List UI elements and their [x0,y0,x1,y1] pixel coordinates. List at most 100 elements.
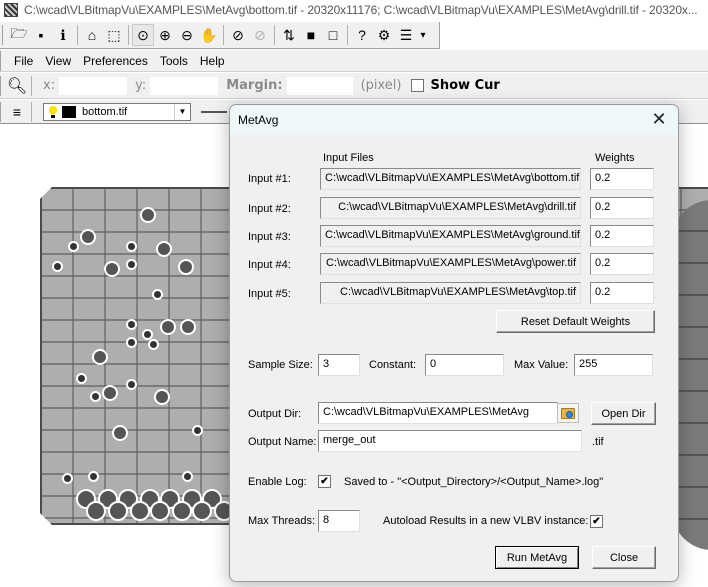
output-dir-label: Output Dir: [248,408,302,420]
home-icon[interactable]: ⌂ [81,24,103,46]
pcb-via [88,471,99,482]
black-background-icon[interactable]: ■ [300,24,322,46]
connector-pin [86,501,106,521]
layer-color-swatch[interactable] [62,105,76,118]
toolbar-grip[interactable] [2,25,4,45]
zoom-extents-icon[interactable]: ⊘ [227,24,249,46]
input-1-weight[interactable]: 0.2 [590,168,654,190]
info-icon[interactable]: ℹ [52,24,74,46]
max-threads-input[interactable]: 8 [318,510,360,532]
input-2-path[interactable]: C:\wcad\VLBitmapVu\EXAMPLES\MetAvg\drill… [320,197,581,219]
measure-help-icon[interactable]: ? [351,24,373,46]
pcb-via [126,337,137,348]
output-dir-input[interactable]: C:\wcad\VLBitmapVu\EXAMPLES\MetAvg [318,402,558,424]
pcb-via [154,389,170,405]
input-3-weight[interactable]: 0.2 [590,225,654,247]
enable-log-checkbox[interactable]: ✔ [318,475,331,488]
close-button[interactable]: Close [592,546,656,569]
white-background-icon[interactable]: □ [322,24,344,46]
swap-layers-icon[interactable]: ⇅ [278,24,300,46]
dialog-title: MetAvg [238,113,279,127]
connector-pin [130,501,150,521]
magnifier-icon[interactable]: 🔍︎ [6,75,28,97]
connector-pin [192,501,212,521]
menu-grip[interactable] [0,50,2,71]
run-metavg-button[interactable]: Run MetAvg [495,546,579,569]
max-value-input[interactable]: 255 [574,354,653,376]
zoom-out-icon[interactable]: ⊖ [176,24,198,46]
menu-help[interactable]: Help [194,54,231,68]
margin-label: Margin: [226,78,283,93]
coordbar-grip[interactable] [0,75,2,96]
zoom-previous-icon[interactable]: ⊘ [249,24,271,46]
input-3-label: Input #3: [248,231,291,243]
input-2-weight[interactable]: 0.2 [590,197,654,219]
input-1-label: Input #1: [248,173,291,185]
layers-icon[interactable]: ≡ [6,101,28,123]
autoload-label: Autoload Results in a new VLBV instance: [383,515,589,527]
constant-input[interactable]: 0 [425,354,504,376]
y-input[interactable] [150,76,219,95]
pcb-via [126,241,137,252]
vlbitmapvu-window: C:\wcad\VLBitmapVu\EXAMPLES\MetAvg\botto… [0,0,708,587]
input-4-label: Input #4: [248,259,291,271]
pcb-via [102,385,118,401]
x-input[interactable] [59,76,128,95]
toolbar-separator [77,25,78,45]
chevron-down-icon[interactable]: ▼ [174,103,190,120]
visibility-bulb-icon[interactable] [48,105,58,118]
sample-size-input[interactable]: 3 [318,354,360,376]
connector-pin [172,501,192,521]
select-icon[interactable]: ⬚ [103,24,125,46]
weights-header: Weights [595,152,635,164]
zoom-window-icon[interactable]: ⊙ [132,24,154,46]
pcb-via [112,425,128,441]
margin-input[interactable] [286,76,353,95]
menu-tools[interactable]: Tools [154,54,194,68]
coordinate-bar: 🔍︎ x: y: Margin: (pixel) Show Cur [0,73,708,99]
menu-file[interactable]: File [8,54,39,68]
input-3-path[interactable]: C:\wcad\VLBitmapVu\EXAMPLES\MetAvg\groun… [320,225,581,247]
window-title: C:\wcad\VLBitmapVu\EXAMPLES\MetAvg\botto… [24,3,698,17]
close-icon[interactable]: ✕ [648,109,670,131]
zoom-in-icon[interactable]: ⊕ [154,24,176,46]
connector-pin [150,501,170,521]
output-name-input[interactable]: merge_out [318,430,582,452]
pcb-via [52,261,63,272]
more-dropdown-icon[interactable]: ▾ [417,24,429,46]
save-icon[interactable]: ▪ [30,24,52,46]
enable-log-label: Enable Log: [248,476,307,488]
open-icon[interactable]: 🗁 [8,24,30,46]
pcb-via [80,229,96,245]
input-5-weight[interactable]: 0.2 [590,282,654,304]
pcb-via [152,289,163,300]
pcb-via [178,259,194,275]
app-icon [4,3,18,17]
reset-default-weights-button[interactable]: Reset Default Weights [496,310,655,333]
browse-folder-button[interactable] [557,403,579,423]
list-icon[interactable]: ☰ [395,24,417,46]
max-threads-label: Max Threads: [248,515,316,527]
output-extension: .tif [592,436,604,448]
pan-hand-icon[interactable]: ✋ [198,24,220,46]
menu-preferences[interactable]: Preferences [77,54,154,68]
settings-icon[interactable]: ⚙ [373,24,395,46]
input-4-weight[interactable]: 0.2 [590,253,654,275]
pcb-via [68,241,79,252]
line-style-sample[interactable] [201,110,227,113]
autoload-checkbox[interactable]: ✔ [590,515,603,528]
pcb-via [156,241,172,257]
dialog-title-bar[interactable]: MetAvg ✕ [230,105,678,135]
toolbar-separator [223,25,224,45]
input-4-path[interactable]: C:\wcad\VLBitmapVu\EXAMPLES\MetAvg\power… [320,253,581,275]
menu-view[interactable]: View [39,54,77,68]
input-5-path[interactable]: C:\wcad\VLBitmapVu\EXAMPLES\MetAvg\top.t… [320,282,581,304]
pcb-via [104,261,120,277]
pcb-via [148,339,159,350]
input-1-path[interactable]: C:\wcad\VLBitmapVu\EXAMPLES\MetAvg\botto… [320,168,581,190]
open-dir-button[interactable]: Open Dir [591,402,656,425]
layerbar-grip[interactable] [0,101,2,122]
layer-dropdown[interactable]: bottom.tif ▼ [43,102,191,121]
input-5-label: Input #5: [248,288,291,300]
show-cursor-checkbox[interactable] [411,79,425,92]
